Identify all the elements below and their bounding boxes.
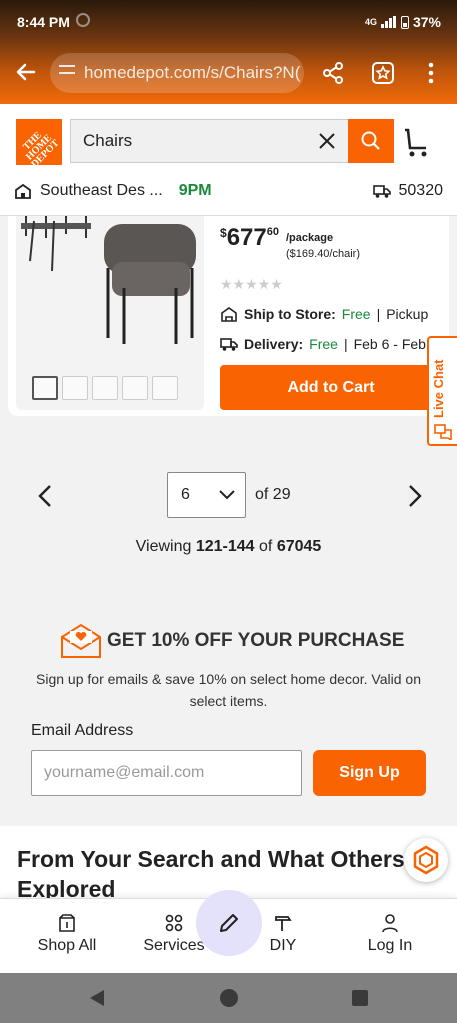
viewing-total: 67045: [276, 538, 322, 555]
shop-all-icon: [59, 914, 75, 932]
price-cents: 60: [266, 226, 279, 238]
delivery-dates: Feb 6 - Feb 10: [353, 336, 438, 352]
search-icon: [361, 131, 380, 150]
store-icon: [15, 183, 31, 199]
nav-services-label: Services: [143, 937, 205, 954]
logo-text: THE HOME DEPOT: [21, 129, 62, 170]
viewing-range: 121-144: [195, 538, 255, 555]
ship-label: Ship to Store:: [244, 306, 336, 322]
system-home-icon[interactable]: [220, 989, 238, 1007]
ship-value: Free: [341, 306, 371, 322]
delivery-label: Delivery:: [244, 336, 304, 352]
store-icon: [221, 307, 237, 322]
battery-percent: 37%: [412, 14, 441, 30]
email-field[interactable]: [31, 750, 302, 796]
ship-pickup: Pickup: [386, 306, 429, 322]
status-bar: 8:44 PM 4G 37%: [0, 0, 457, 44]
email-envelope-icon: [60, 623, 102, 659]
live-chat-tab[interactable]: Live Chat: [427, 336, 457, 446]
more-options-icon[interactable]: [418, 60, 444, 86]
search-input[interactable]: Chairs: [70, 119, 348, 163]
search-button[interactable]: [348, 119, 394, 163]
viewing-prefix: Viewing: [135, 538, 192, 555]
pencil-icon: [220, 914, 238, 932]
nav-diy-label: DIY: [269, 937, 297, 954]
viewing-of: of: [259, 538, 273, 555]
store-name: Southeast Des ...: [40, 182, 163, 199]
status-time: 8:44 PM: [17, 14, 70, 30]
nav-shop-all[interactable]: Shop All: [17, 913, 117, 955]
color-swatches: [32, 376, 178, 400]
page-total: of 29: [255, 486, 291, 503]
current-page: 6: [181, 486, 190, 503]
edit-fab-button[interactable]: [196, 890, 262, 956]
share-icon[interactable]: [320, 60, 346, 86]
page-select[interactable]: 6: [167, 472, 246, 518]
delivery-separator: |: [343, 336, 348, 352]
delivery-value: Free: [309, 336, 338, 352]
live-chat-label: Live Chat: [431, 359, 446, 418]
status-indicators: 4G 37%: [365, 14, 441, 30]
chevron-left-icon: [38, 485, 51, 507]
product-card: $67760 /package ($169.40/chair) ★★★★★ Sh…: [8, 216, 449, 416]
price-per-chair: ($169.40/chair): [286, 248, 360, 260]
chevron-down-icon: [219, 490, 235, 500]
add-to-cart-button[interactable]: Add to Cart: [220, 365, 442, 410]
services-icon: [165, 914, 183, 932]
site-settings-icon[interactable]: [59, 63, 75, 77]
nav-shop-all-label: Shop All: [37, 937, 97, 954]
product-image[interactable]: [16, 216, 204, 410]
swatch-4[interactable]: [122, 376, 148, 400]
clear-search-icon[interactable]: [316, 130, 338, 152]
chair-image: [21, 216, 196, 344]
bookmark-star-icon[interactable]: [370, 60, 396, 86]
chat-icon: [434, 424, 452, 440]
system-recents-icon[interactable]: [352, 990, 368, 1006]
swatch-5[interactable]: [152, 376, 178, 400]
next-page-button[interactable]: [400, 482, 428, 510]
zip-code: 50320: [398, 182, 444, 199]
delivery-zip[interactable]: 50320: [372, 182, 444, 200]
url-field[interactable]: homedepot.com/s/Chairs?N(: [50, 53, 304, 93]
previous-page-button[interactable]: [32, 482, 60, 510]
alarm-icon: [76, 13, 90, 27]
promo-subtitle: Sign up for emails & save 10% on select …: [36, 671, 421, 709]
system-navigation-bar: [0, 973, 457, 1023]
site-header: THE HOME DEPOT Chairs Southeast Des ... …: [0, 104, 457, 216]
home-depot-logo[interactable]: THE HOME DEPOT: [16, 119, 62, 170]
url-bar: homedepot.com/s/Chairs?N(: [0, 50, 457, 96]
battery-icon: [400, 15, 409, 29]
email-label: Email Address: [31, 722, 134, 739]
price-symbol: $: [220, 226, 227, 240]
results-count: Viewing 121-144 of 67045: [0, 538, 457, 556]
price-per-package: /package: [286, 232, 334, 244]
chevron-right-icon: [409, 485, 422, 507]
help-assistant-icon[interactable]: [404, 838, 448, 882]
promo-title: GET 10% OFF YOUR PURCHASE: [107, 630, 405, 651]
browser-chrome: 8:44 PM 4G 37% homedepot.com/s/Chairs?N(: [0, 0, 457, 104]
network-type: 4G: [364, 17, 377, 27]
system-back-icon[interactable]: [88, 989, 106, 1007]
swatch-3[interactable]: [92, 376, 118, 400]
sign-up-button[interactable]: Sign Up: [313, 750, 426, 796]
swatch-1[interactable]: [32, 376, 58, 400]
store-selector[interactable]: Southeast Des ... 9PM 50320: [14, 179, 443, 203]
nav-log-in[interactable]: Log In: [340, 913, 440, 955]
signal-icon: [380, 16, 397, 28]
delivery-info: Delivery: Free | Feb 6 - Feb 10: [220, 336, 438, 352]
ship-separator: |: [376, 306, 381, 322]
rating-stars: ★★★★★: [220, 276, 283, 292]
store-hours: 9PM: [178, 182, 212, 199]
browser-back-icon[interactable]: [12, 60, 40, 88]
nav-login-label: Log In: [367, 937, 413, 954]
ship-to-store: Ship to Store: Free | Pickup: [220, 306, 428, 322]
swatch-2[interactable]: [62, 376, 88, 400]
truck-icon: [372, 185, 391, 198]
price-whole: 677: [226, 224, 267, 251]
product-price: $67760: [220, 224, 279, 252]
truck-icon: [220, 338, 238, 351]
cart-icon[interactable]: [402, 126, 432, 158]
hammer-icon: [275, 916, 292, 931]
user-icon: [382, 914, 398, 933]
